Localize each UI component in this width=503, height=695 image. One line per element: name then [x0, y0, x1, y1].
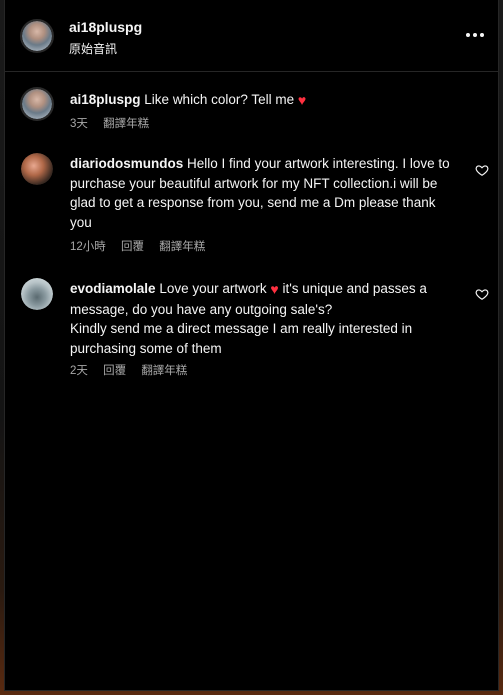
red-heart-emoji-icon: ♥ — [297, 92, 307, 108]
comment-content: Love your artwork — [159, 281, 267, 296]
author-avatar[interactable] — [20, 19, 54, 53]
commenter-avatar[interactable] — [21, 153, 53, 185]
comment-text: diariodosmundos Hello I find your artwor… — [70, 154, 455, 232]
comment-time: 12小時 — [70, 241, 106, 253]
translate-button[interactable]: 翻譯年糕 — [141, 365, 187, 377]
heart-outline-icon[interactable] — [475, 163, 489, 177]
more-options-icon[interactable] — [466, 30, 484, 40]
comments-panel: ai18pluspg 原始音訊 ai18pluspg Like which co… — [4, 0, 499, 691]
post-header: ai18pluspg 原始音訊 — [5, 0, 498, 72]
heart-outline-icon[interactable] — [475, 287, 489, 301]
comment-time: 3天 — [70, 118, 88, 130]
commenter-avatar[interactable] — [20, 87, 54, 121]
comment-time: 2天 — [70, 365, 88, 377]
comment-content-line2: Kindly send me a direct message I am rea… — [70, 321, 413, 356]
comment-meta: 3天 翻譯年糕 — [70, 115, 161, 131]
comment-text: ai18pluspg Like which color? Tell me ♥ — [70, 90, 455, 111]
audio-label[interactable]: 原始音訊 — [69, 40, 117, 57]
comment-username[interactable]: ai18pluspg — [70, 92, 141, 107]
comment-meta: 2天 回覆 翻譯年糕 — [70, 362, 199, 378]
comment-username[interactable]: diariodosmundos — [70, 156, 183, 171]
comment-text: evodiamolale Love your artwork ♥ it's un… — [70, 279, 455, 358]
comment-meta: 12小時 回覆 翻譯年糕 — [70, 238, 217, 254]
reply-button[interactable]: 回覆 — [121, 241, 144, 253]
red-heart-emoji-icon: ♥ — [270, 281, 279, 297]
window-frame: ai18pluspg 原始音訊 ai18pluspg Like which co… — [0, 0, 503, 695]
reply-button[interactable]: 回覆 — [103, 365, 126, 377]
commenter-avatar[interactable] — [21, 278, 53, 310]
comment-username[interactable]: evodiamolale — [70, 281, 156, 296]
author-username[interactable]: ai18pluspg — [69, 19, 142, 35]
translate-button[interactable]: 翻譯年糕 — [103, 118, 149, 130]
translate-button[interactable]: 翻譯年糕 — [159, 241, 205, 253]
comment-content: Like which color? Tell me — [144, 92, 295, 107]
